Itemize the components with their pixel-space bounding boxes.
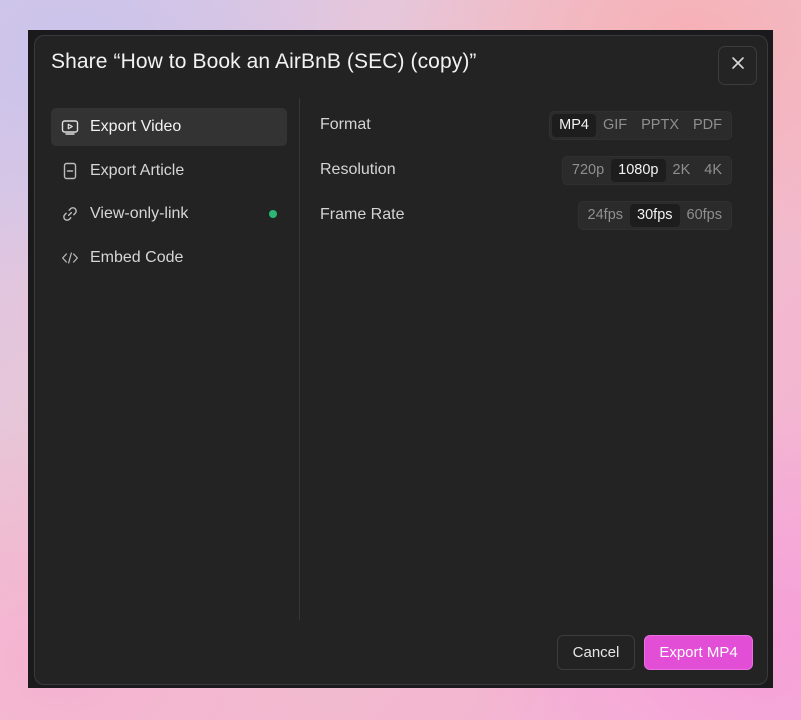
resolution-option-720p[interactable]: 720p <box>565 159 611 182</box>
close-icon <box>731 56 745 75</box>
frame-rate-row: Frame Rate 24fps 30fps 60fps <box>320 200 732 230</box>
share-dialog: Share “How to Book an AirBnB (SEC) (copy… <box>34 35 768 685</box>
resolution-row: Resolution 720p 1080p 2K 4K <box>320 155 732 185</box>
resolution-selector: 720p 1080p 2K 4K <box>561 155 732 185</box>
frame-rate-option-30fps[interactable]: 30fps <box>630 203 680 227</box>
panel-divider <box>299 98 300 620</box>
format-option-gif[interactable]: GIF <box>596 114 634 137</box>
close-button[interactable] <box>718 46 757 85</box>
video-icon <box>61 118 79 136</box>
sidebar-item-label: Export Article <box>90 161 185 179</box>
frame-rate-selector: 24fps 30fps 60fps <box>577 200 732 230</box>
resolution-label: Resolution <box>320 161 396 178</box>
sidebar-item-view-only-link[interactable]: View-only-link <box>51 195 287 233</box>
cancel-button[interactable]: Cancel <box>557 635 635 670</box>
format-option-pdf[interactable]: PDF <box>686 114 729 137</box>
format-option-mp4[interactable]: MP4 <box>552 113 596 137</box>
sidebar-item-export-video[interactable]: Export Video <box>51 108 287 146</box>
format-selector: MP4 GIF PPTX PDF <box>549 110 732 140</box>
sidebar-item-label: Embed Code <box>90 248 184 266</box>
document-icon <box>61 162 79 180</box>
sidebar-item-label: Export Video <box>90 118 182 135</box>
status-dot <box>269 210 277 218</box>
share-sidebar: Export Video Export Article View-only-li… <box>51 108 287 282</box>
format-row: Format MP4 GIF PPTX PDF <box>320 110 732 140</box>
resolution-option-4k[interactable]: 4K <box>697 159 729 182</box>
frame-rate-option-24fps[interactable]: 24fps <box>581 204 630 227</box>
export-button[interactable]: Export MP4 <box>644 635 753 670</box>
resolution-option-2k[interactable]: 2K <box>666 159 698 182</box>
sidebar-item-label: View-only-link <box>90 205 189 222</box>
frame-rate-option-60fps[interactable]: 60fps <box>680 204 729 227</box>
sidebar-item-embed-code[interactable]: Embed Code <box>51 239 287 277</box>
sidebar-item-export-article[interactable]: Export Article <box>51 152 287 190</box>
format-label: Format <box>320 116 371 133</box>
link-icon <box>61 205 79 223</box>
frame-rate-label: Frame Rate <box>320 206 405 223</box>
dialog-title: Share “How to Book an AirBnB (SEC) (copy… <box>51 50 477 73</box>
format-option-pptx[interactable]: PPTX <box>634 114 686 137</box>
code-icon <box>61 249 79 267</box>
resolution-option-1080p[interactable]: 1080p <box>611 158 666 182</box>
